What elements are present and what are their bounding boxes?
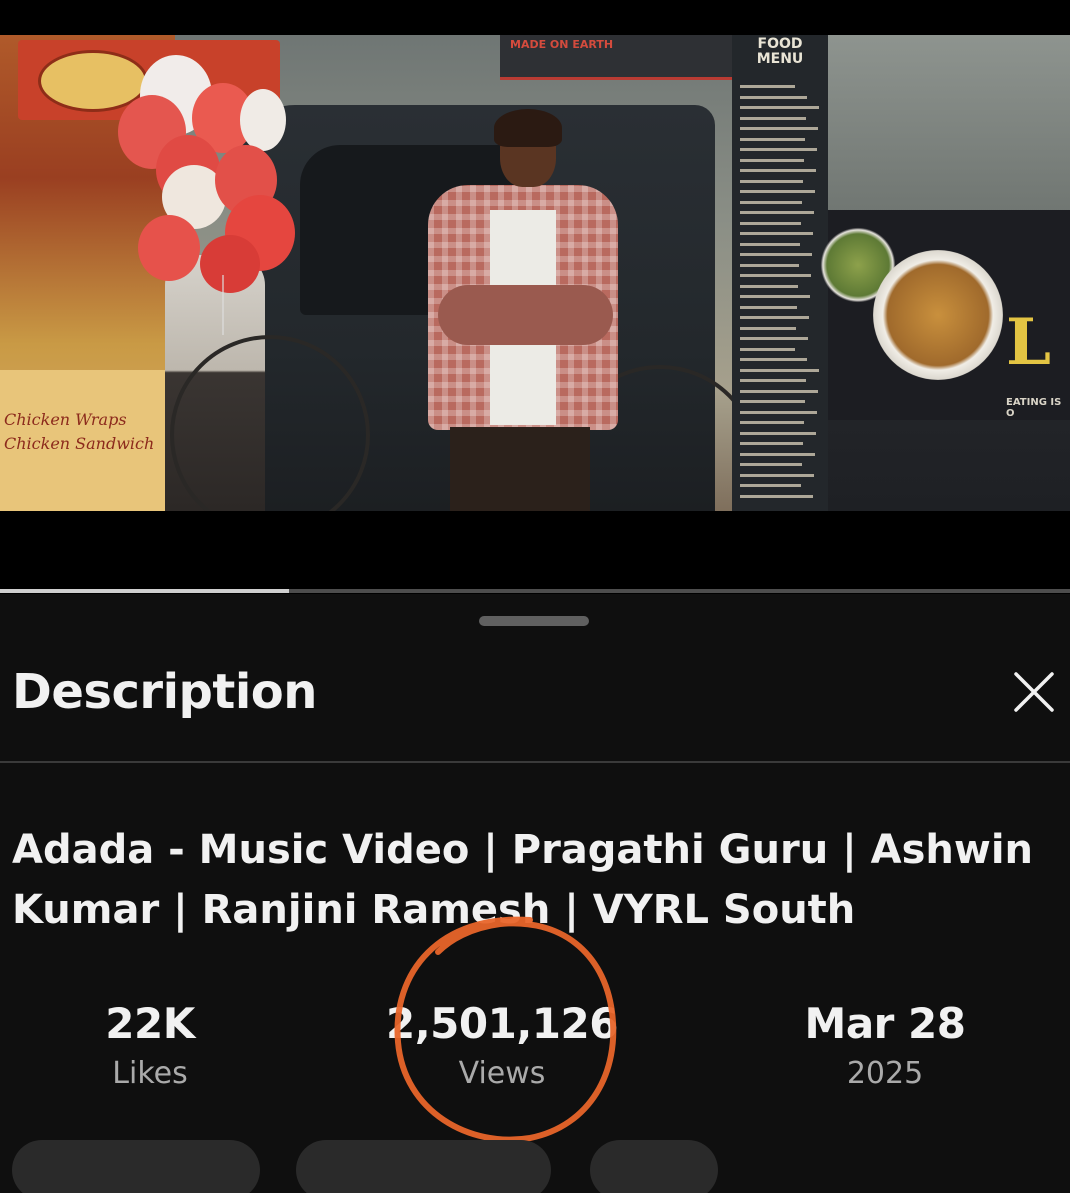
- scene-menu-line: [740, 347, 795, 351]
- scene-man: [428, 109, 618, 511]
- scene-menu-line: [740, 85, 795, 88]
- scene-menu-line: [740, 242, 800, 246]
- scene-top-sign: MADE ON EARTH: [500, 35, 735, 80]
- scene-right-sign-tagline: EATING IS O: [1006, 397, 1062, 419]
- scene-menu-line: [740, 442, 803, 445]
- views-count: 2,501,126: [386, 999, 618, 1048]
- scene-menu-panel: FOOD MENU: [732, 35, 828, 511]
- scene-menu-line: [740, 421, 804, 424]
- publish-year: 2025: [846, 1056, 924, 1091]
- scene-menu-line: [740, 368, 819, 372]
- scene-menu-line: [740, 263, 799, 267]
- scene-menu-line: [740, 106, 819, 109]
- scene-menu-line: [740, 337, 808, 340]
- close-button[interactable]: [1006, 664, 1062, 720]
- publish-date: Mar 28: [804, 999, 966, 1048]
- scene-menu-line: [740, 179, 803, 183]
- scene-left-sign-line1: Chicken Wraps: [4, 410, 127, 429]
- scene-left-sign-line2: Chicken Sandwich: [4, 434, 155, 453]
- video-progress-bar[interactable]: [0, 589, 1070, 593]
- scene-menu-line: [740, 463, 802, 466]
- scene-menu-line: [740, 221, 801, 225]
- scene-menu-line: [740, 494, 813, 498]
- action-chip[interactable]: [296, 1140, 551, 1193]
- action-chip[interactable]: [12, 1140, 260, 1193]
- scene-menu-line: [740, 200, 802, 204]
- action-chip[interactable]: [590, 1140, 718, 1193]
- scene-balloon: [138, 215, 200, 281]
- scene-menu-line: [740, 379, 806, 382]
- views-label: Views: [458, 1056, 546, 1091]
- scene-menu-line: [740, 158, 804, 162]
- publish-date-stat: Mar 28 2025: [760, 994, 1010, 1094]
- scene-balloon: [240, 89, 286, 151]
- scene-menu-line: [740, 431, 816, 435]
- scene-menu-line: [740, 95, 807, 99]
- scene-menu-line: [740, 389, 818, 393]
- sheet-divider: [0, 761, 1070, 763]
- scene-right-sign-letter: L: [1006, 305, 1051, 380]
- video-progress-fill: [0, 589, 289, 593]
- scene-menu-line: [740, 232, 813, 235]
- close-x-icon: [1014, 672, 1054, 712]
- scene-menu-line: [740, 452, 815, 456]
- scene-man-pants: [450, 427, 590, 511]
- scene-menu-line: [740, 284, 798, 288]
- scene-food-plate: [873, 250, 1003, 380]
- likes-count: 22K: [105, 999, 195, 1048]
- likes-label: Likes: [112, 1056, 188, 1091]
- scene-right-cart: L EATING IS O: [818, 35, 1070, 511]
- video-title: Adada - Music Video | Pragathi Guru | As…: [12, 827, 1034, 933]
- scene-menu-line: [740, 148, 817, 151]
- scene-menu-line: [740, 127, 818, 130]
- scene-menu-line: [740, 484, 801, 487]
- scene-top-sign-text: MADE ON EARTH: [510, 38, 614, 51]
- scene-menu-title: FOOD MENU: [756, 36, 804, 67]
- scene-menu-line: [740, 358, 807, 361]
- scene-menu-line: [740, 305, 797, 309]
- scene-menu-line: [740, 410, 817, 414]
- scene-menu-line: [740, 253, 812, 256]
- scene-menu-line: [740, 295, 810, 298]
- scene-menu-line: [740, 473, 814, 477]
- scene-menu-line: [740, 316, 809, 319]
- scene-left-menu-board: Chicken Wraps Chicken Sandwich: [0, 370, 170, 511]
- scene-menu-line: [740, 326, 796, 330]
- scene-menu-line: [740, 274, 811, 277]
- scene-balloon-string: [222, 275, 224, 335]
- scene-menu-line: [740, 190, 815, 193]
- scene-balloon: [200, 235, 260, 293]
- description-sheet: Description Adada - Music Video | Pragat…: [0, 594, 1070, 1193]
- sheet-drag-handle[interactable]: [479, 616, 589, 626]
- scene-man-arms: [438, 285, 613, 345]
- scene-man-hair: [494, 109, 562, 147]
- sheet-title: Description: [12, 664, 317, 720]
- scene-menu-line: [740, 169, 816, 172]
- likes-stat: 22K Likes: [50, 994, 250, 1094]
- scene-menu-line: [740, 116, 806, 120]
- scene-menu-line: [740, 400, 805, 403]
- scene-menu-line: [740, 137, 805, 141]
- views-stat: 2,501,126 Views: [372, 994, 632, 1094]
- scene-menu-line: [740, 211, 814, 214]
- video-player[interactable]: Chicken Wraps Chicken Sandwich MADE ON E…: [0, 35, 1070, 511]
